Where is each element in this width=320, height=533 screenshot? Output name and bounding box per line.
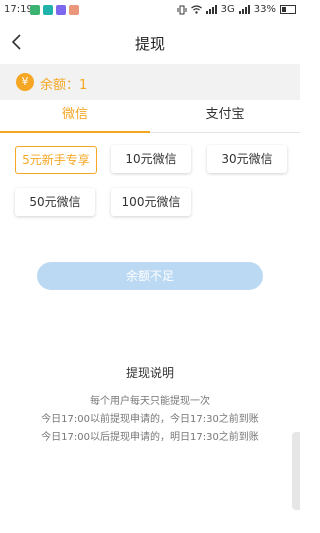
amount-option-5[interactable]: 5元新手专享 <box>15 146 97 174</box>
note-line: 今日17:00以后提现申请的，明日17:30之前到账 <box>41 432 259 443</box>
status-time: 17:19 <box>4 4 33 15</box>
app-notification-icon <box>43 5 53 15</box>
status-bar: 17:19 3G 33% <box>0 0 300 20</box>
app-notification-icon <box>69 5 79 15</box>
amount-option-100[interactable]: 100元微信 <box>111 188 191 216</box>
wifi-icon <box>190 5 202 14</box>
note-line: 每个用户每天只能提现一次 <box>90 396 210 407</box>
network-type: 3G <box>220 4 235 15</box>
amount-option-10[interactable]: 10元微信 <box>111 145 191 173</box>
tab-alipay[interactable]: 支付宝 <box>150 100 300 131</box>
balance-bar: ¥ 余额：1 <box>0 64 300 100</box>
amount-option-30[interactable]: 30元微信 <box>207 145 287 173</box>
battery-icon <box>280 5 296 14</box>
amount-option-50[interactable]: 50元微信 <box>15 188 95 216</box>
balance-text: 余额：1 <box>40 78 88 93</box>
yen-icon: ¥ <box>16 73 34 91</box>
status-indicators: 3G 33% <box>177 4 296 15</box>
signal-icon <box>238 5 250 14</box>
withdraw-button[interactable]: 余额不足 <box>37 262 263 290</box>
notes-title: 提现说明 <box>125 366 174 380</box>
page-title: 提现 <box>134 35 165 53</box>
floating-side-handle[interactable] <box>292 432 300 510</box>
notification-icons <box>30 5 79 15</box>
battery-percent: 33% <box>253 4 276 15</box>
payment-tabs: 微信 支付宝 <box>0 100 300 133</box>
active-tab-indicator <box>0 131 150 133</box>
app-notification-icon <box>56 5 66 15</box>
note-line: 今日17:00以前提现申请的，今日17:30之前到账 <box>41 414 259 425</box>
signal-icon <box>205 5 217 14</box>
header: 提现 <box>0 20 300 64</box>
app-notification-icon <box>30 5 40 15</box>
vibrate-icon <box>177 5 187 14</box>
tab-wechat[interactable]: 微信 <box>0 100 150 131</box>
